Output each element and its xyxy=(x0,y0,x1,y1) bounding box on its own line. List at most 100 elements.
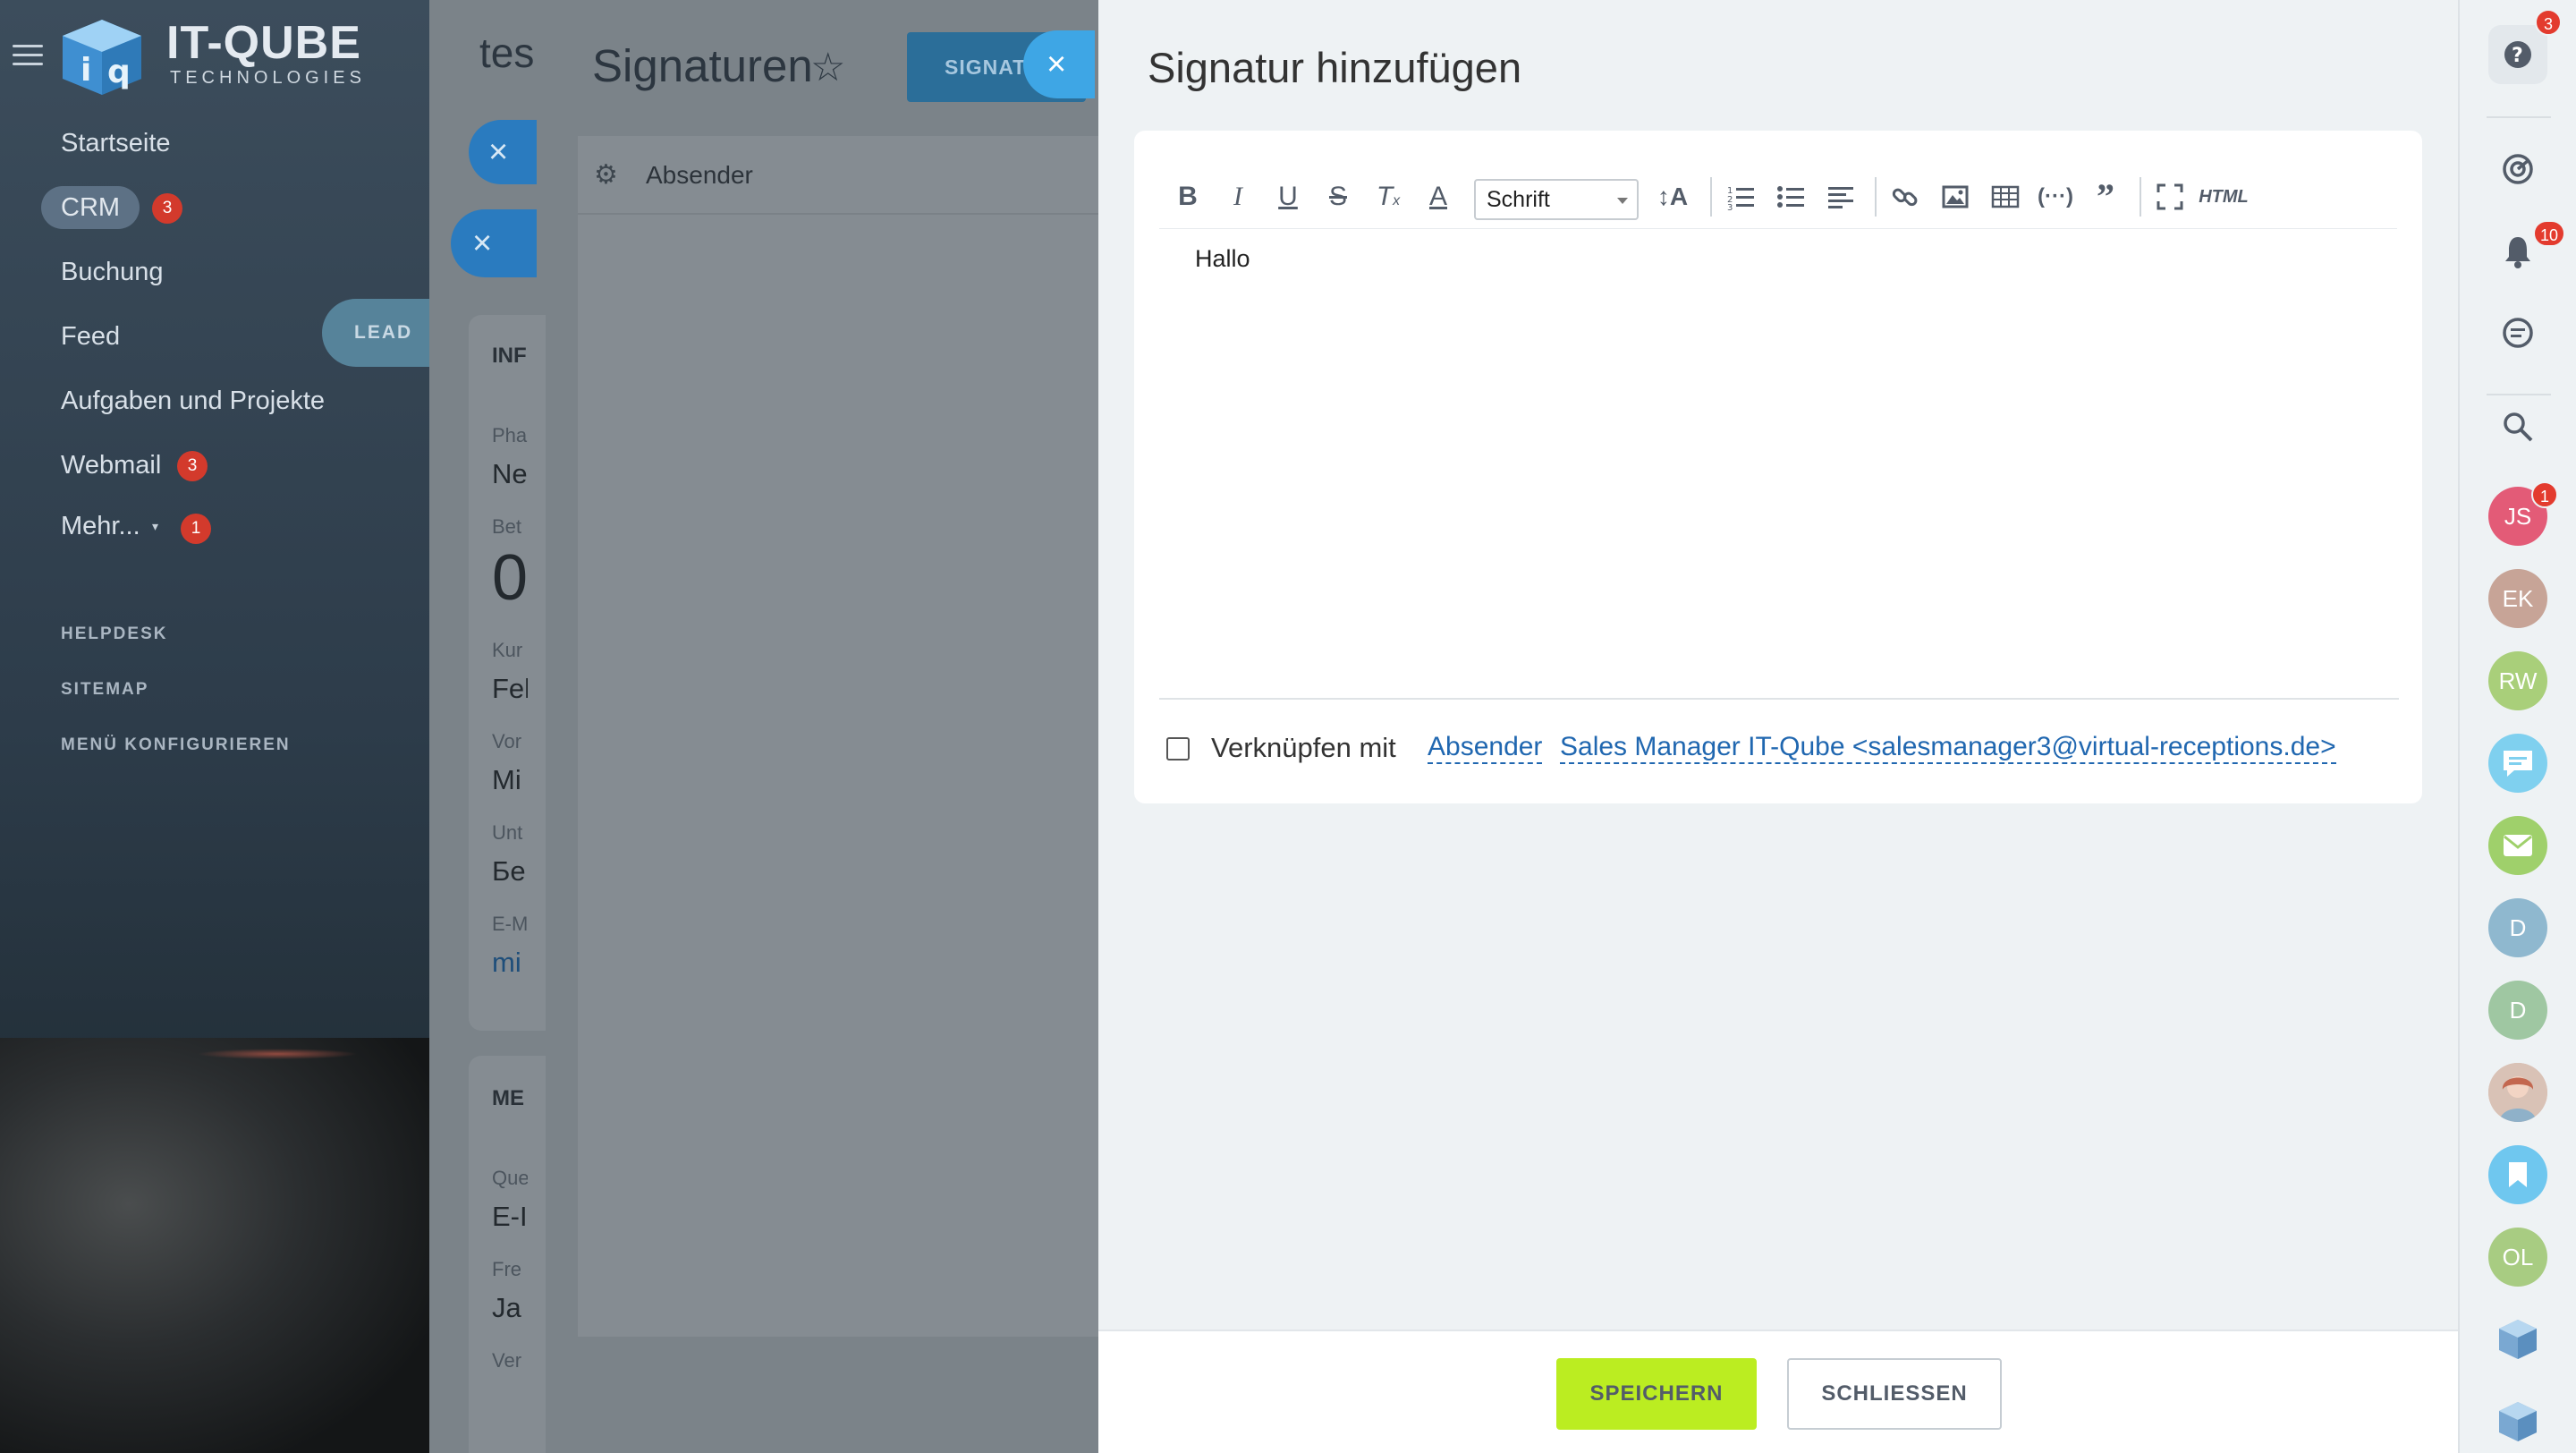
menu-item-crm[interactable]: CRM xyxy=(41,186,140,229)
ordered-list-icon[interactable]: 123 xyxy=(1721,177,1760,217)
background-lights xyxy=(197,1049,358,1059)
strikethrough-icon[interactable]: S xyxy=(1318,177,1358,217)
crm-field-value: Mi xyxy=(492,764,521,795)
crm-field-label: E-M xyxy=(492,913,528,935)
menu-toggle-icon[interactable] xyxy=(13,45,43,68)
webmail-badge: 3 xyxy=(177,451,208,481)
bookmark-icon[interactable] xyxy=(2488,1145,2547,1204)
menu-item-aufgaben[interactable]: Aufgaben und Projekte xyxy=(61,387,325,416)
table-icon[interactable] xyxy=(1986,177,2025,217)
contact-avatar[interactable]: D xyxy=(2488,898,2547,957)
logo-title: IT-QUBE xyxy=(166,17,361,69)
editor-toolbar: B I U S Tx A Schrift ↕A 123 (···) ” HTML xyxy=(1159,166,2397,229)
crm-field-value: Ne xyxy=(492,458,528,489)
font-size-icon[interactable]: ↕A xyxy=(1653,177,1692,217)
font-family-select[interactable]: Schrift xyxy=(1474,179,1639,220)
divider xyxy=(2487,394,2551,395)
menu-item-mehr[interactable]: Mehr... xyxy=(61,512,140,541)
mehr-badge: 1 xyxy=(181,514,211,544)
menu-helpdesk[interactable]: HELPDESK xyxy=(61,625,167,644)
crm-field-label: Vor xyxy=(492,730,522,752)
star-icon[interactable]: ☆ xyxy=(810,45,845,90)
code-icon[interactable]: (···) xyxy=(2036,177,2075,217)
background-rocks xyxy=(0,1038,429,1453)
link-icon[interactable] xyxy=(1885,177,1925,217)
logo-cube-icon[interactable]: i q xyxy=(55,16,148,97)
unordered-list-icon[interactable] xyxy=(1771,177,1810,217)
svg-text:?: ? xyxy=(2512,45,2523,67)
close-button[interactable]: SCHLIESSEN xyxy=(1787,1358,2002,1430)
menu-item-feed[interactable]: Feed xyxy=(61,322,120,352)
help-icon[interactable]: ? xyxy=(2488,25,2547,84)
crm-field-label: Bet xyxy=(492,515,522,538)
cube-app-icon[interactable] xyxy=(2488,1392,2547,1451)
menu-item-buchung[interactable]: Buchung xyxy=(61,258,164,287)
contact-avatar[interactable]: D xyxy=(2488,981,2547,1040)
mail-icon[interactable] xyxy=(2488,816,2547,875)
link-label: Verknüpfen mit xyxy=(1211,732,1396,763)
clear-format-icon[interactable]: Tx xyxy=(1368,177,1408,217)
divider xyxy=(2487,116,2551,118)
lead-button[interactable]: LEAD xyxy=(322,299,438,367)
italic-icon[interactable]: I xyxy=(1218,177,1258,217)
chevron-down-icon xyxy=(1617,198,1628,204)
menu-item-startseite[interactable]: Startseite xyxy=(61,129,171,158)
link-sender-checkbox[interactable] xyxy=(1166,737,1190,760)
cube-app-icon[interactable] xyxy=(2488,1310,2547,1369)
contact-avatar[interactable]: EK xyxy=(2488,569,2547,628)
save-button[interactable]: SPEICHERN xyxy=(1556,1358,1757,1430)
slider-title: Signatur hinzufügen xyxy=(1148,44,1522,91)
crm-field-label: Que xyxy=(492,1167,528,1189)
chat-bubble-icon[interactable] xyxy=(2488,734,2547,793)
contact-avatar[interactable]: RW xyxy=(2488,651,2547,710)
crm-section-title: ME xyxy=(492,1086,524,1110)
font-color-icon[interactable]: A xyxy=(1419,177,1458,217)
add-signature-slider: Signatur hinzufügen B I U S Tx A Schrift… xyxy=(1098,0,2458,1453)
crm-field-label: Kur xyxy=(492,639,523,661)
fullscreen-icon[interactable] xyxy=(2150,177,2190,217)
html-mode-button[interactable]: HTML xyxy=(2197,177,2250,217)
align-left-icon[interactable] xyxy=(1821,177,1860,217)
quote-icon[interactable]: ” xyxy=(2086,177,2125,217)
crm-field-value: 0 xyxy=(492,542,529,614)
close-icon[interactable]: × xyxy=(451,209,537,277)
signatures-list xyxy=(578,215,1098,1337)
slider-footer: SPEICHERN SCHLIESSEN xyxy=(1098,1330,2458,1453)
crm-field-label: Unt xyxy=(492,821,523,844)
user-photo-avatar[interactable] xyxy=(2488,1063,2547,1122)
menu-configure[interactable]: MENÜ KONFIGURIEREN xyxy=(61,735,291,755)
search-icon[interactable] xyxy=(2488,397,2547,456)
editor-content[interactable]: Hallo xyxy=(1195,245,1250,273)
avatar-initials: JS xyxy=(2504,503,2532,530)
sender-link[interactable]: Absender xyxy=(1428,732,1543,764)
menu-sitemap[interactable]: SITEMAP xyxy=(61,680,148,700)
svg-text:q: q xyxy=(107,54,131,90)
notifications-badge: 10 xyxy=(2533,220,2566,247)
crm-field-label: Fre xyxy=(492,1258,521,1280)
menu-item-webmail[interactable]: Webmail xyxy=(61,451,161,480)
crm-field-label: Pha xyxy=(492,424,528,446)
gear-icon[interactable]: ⚙ xyxy=(594,159,618,191)
underline-icon[interactable]: U xyxy=(1268,177,1308,217)
svg-text:3: 3 xyxy=(1727,203,1733,211)
editor-divider xyxy=(1159,698,2399,700)
close-icon[interactable]: × xyxy=(469,120,537,184)
activity-stream-icon[interactable] xyxy=(2488,140,2547,199)
close-icon[interactable]: × xyxy=(1023,30,1095,98)
signatures-title: Signaturen xyxy=(592,40,813,91)
image-icon[interactable] xyxy=(1936,177,1975,217)
toolbar-divider xyxy=(1710,177,1712,217)
contact-avatar[interactable]: OL xyxy=(2488,1228,2547,1287)
bold-icon[interactable]: B xyxy=(1168,177,1208,217)
svg-text:i: i xyxy=(80,52,91,89)
toolbar-divider xyxy=(2140,177,2141,217)
contact-badge: 1 xyxy=(2531,481,2558,508)
crm-badge: 3 xyxy=(152,193,182,224)
messages-icon[interactable] xyxy=(2488,304,2547,363)
avatar-initials: D xyxy=(2509,997,2527,1024)
page: { "app": { "logo_title": "IT-QUBE", "log… xyxy=(0,0,2576,1453)
crm-card-2 xyxy=(469,1056,546,1453)
sender-value-link[interactable]: Sales Manager IT-Qube <salesmanager3@vir… xyxy=(1560,732,2336,764)
signatures-filter[interactable]: ⚙ Absender xyxy=(578,136,1098,215)
avatar-initials: D xyxy=(2509,914,2527,941)
